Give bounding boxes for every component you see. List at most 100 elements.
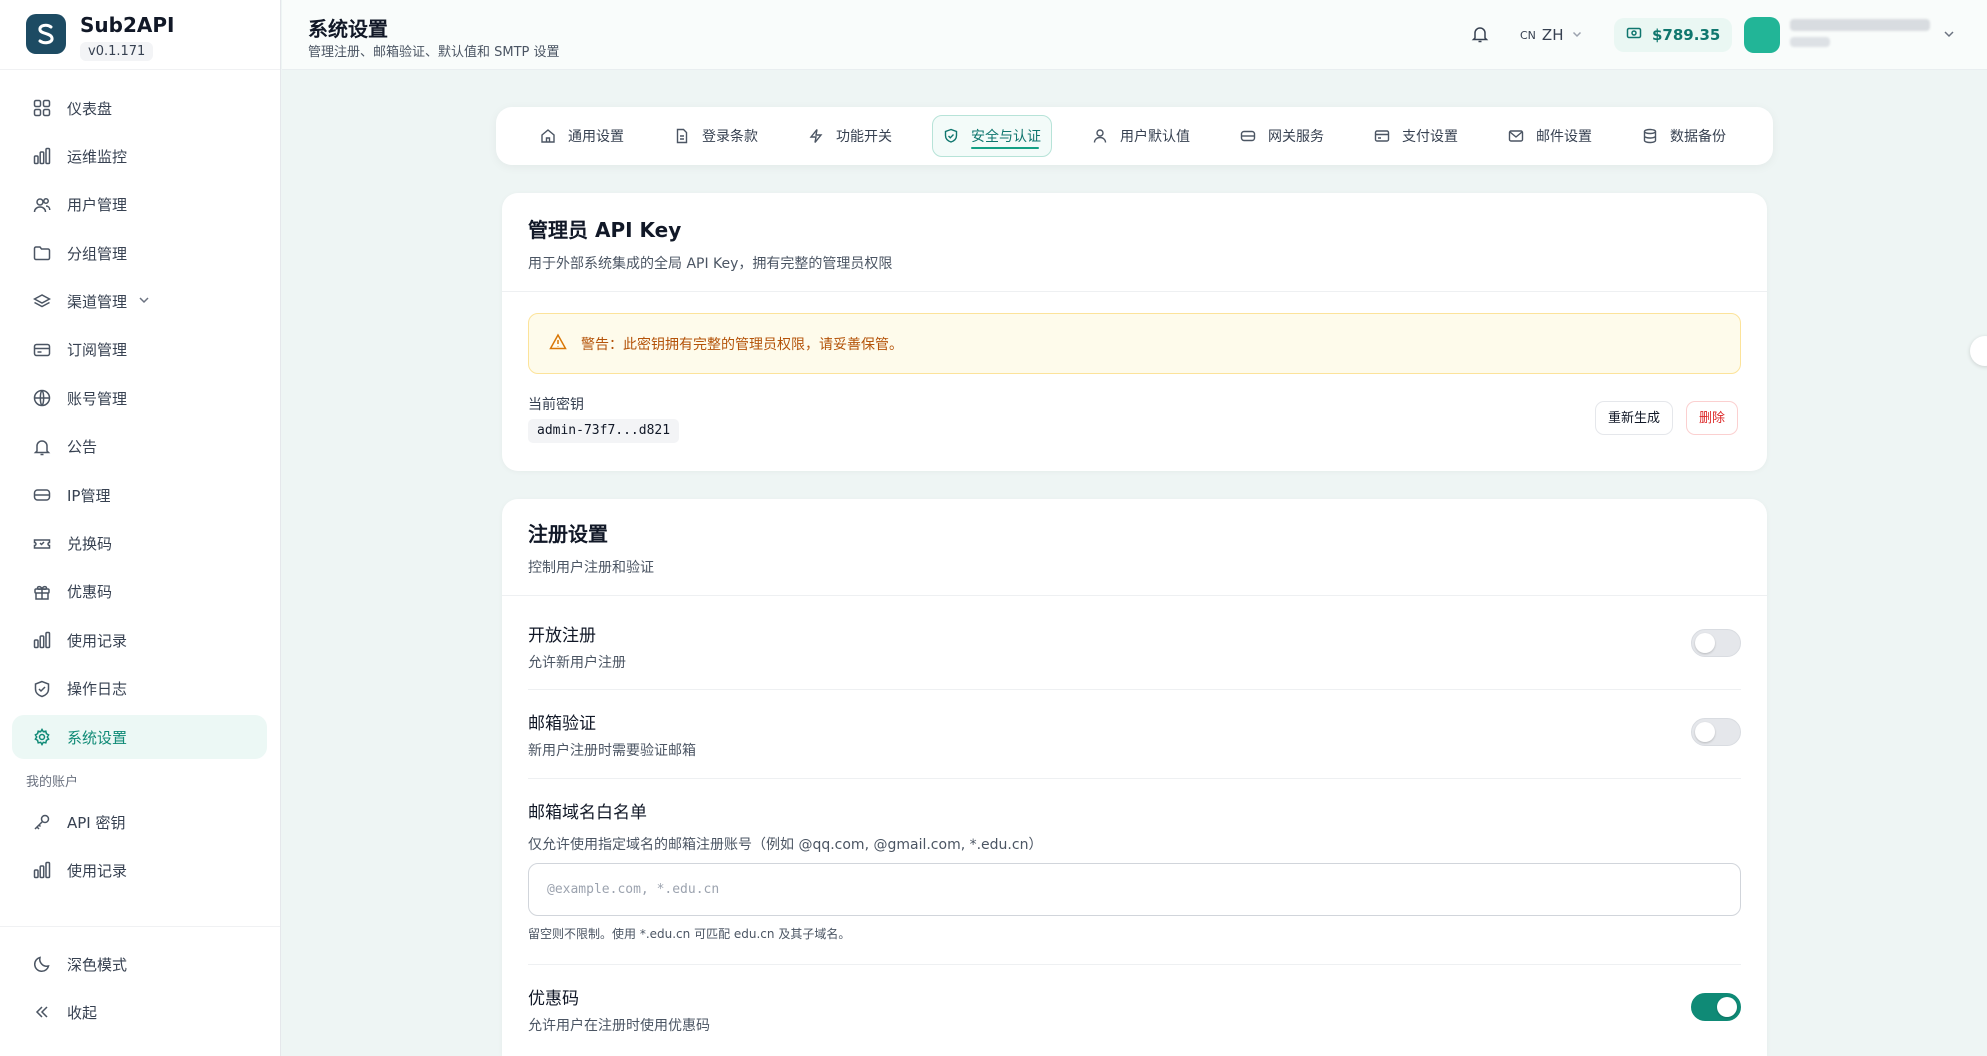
sidebar-item-label: 渠道管理 bbox=[67, 293, 128, 312]
tab-label: 邮件设置 bbox=[1536, 129, 1592, 145]
database-icon bbox=[1642, 128, 1658, 144]
tab-general[interactable]: 通用设置 bbox=[530, 115, 634, 157]
sidebar-item-audit-log[interactable]: 操作日志 bbox=[12, 667, 267, 711]
tab-label: 登录条款 bbox=[702, 129, 758, 145]
lightning-icon bbox=[808, 128, 824, 144]
balance-badge[interactable]: $789.35 bbox=[1614, 18, 1733, 52]
sidebar-item-settings[interactable]: 系统设置 bbox=[12, 715, 267, 760]
tab-login-terms[interactable]: 登录条款 bbox=[664, 115, 768, 157]
home-icon bbox=[540, 128, 556, 144]
tab-security[interactable]: 安全与认证 bbox=[932, 115, 1052, 157]
open-registration-row: 开放注册 允许新用户注册 bbox=[528, 621, 1741, 672]
tab-gateway[interactable]: 网关服务 bbox=[1230, 115, 1334, 157]
sidebar-item-subscriptions[interactable]: 订阅管理 bbox=[12, 328, 267, 372]
sidebar-item-label: 账号管理 bbox=[67, 389, 128, 408]
setting-description: 新用户注册时需要验证邮箱 bbox=[528, 743, 696, 759]
dark-mode-toggle[interactable]: 深色模式 bbox=[12, 942, 267, 986]
setting-title: 优惠码 bbox=[528, 989, 579, 1009]
chevron-down-icon[interactable] bbox=[1942, 26, 1956, 45]
bar-chart-icon bbox=[32, 146, 52, 166]
globe-icon bbox=[32, 388, 52, 408]
sidebar-item-label: 运维监控 bbox=[67, 147, 128, 166]
sidebar-item-announcements[interactable]: 公告 bbox=[12, 425, 267, 469]
promo-code-toggle[interactable] bbox=[1691, 993, 1741, 1021]
sidebar-item-label: 用户管理 bbox=[67, 196, 128, 215]
tab-email[interactable]: 邮件设置 bbox=[1498, 115, 1602, 157]
collapse-sidebar-button[interactable]: 收起 bbox=[12, 990, 267, 1034]
current-key-value: admin-73f7...d821 bbox=[528, 419, 680, 443]
sidebar-item-label: 公告 bbox=[67, 438, 98, 457]
divider bbox=[0, 69, 280, 70]
grid-icon bbox=[32, 98, 52, 118]
language-selector[interactable]: CN ZH bbox=[1520, 26, 1583, 44]
email-verification-row: 邮箱验证 新用户注册时需要验证邮箱 bbox=[528, 709, 1741, 760]
sidebar-item-label: 优惠码 bbox=[67, 583, 113, 602]
users-icon bbox=[32, 195, 52, 215]
email-whitelist-row: 邮箱域名白名单 仅允许使用指定域名的邮箱注册账号（例如 @qq.com, @gm… bbox=[528, 798, 1741, 854]
warning-triangle-icon bbox=[549, 332, 567, 355]
email-whitelist-input[interactable] bbox=[528, 863, 1741, 916]
version-badge: v0.1.171 bbox=[80, 42, 154, 61]
sidebar-item-ip[interactable]: IP管理 bbox=[12, 473, 267, 517]
floating-assistant-button[interactable] bbox=[1970, 336, 1987, 366]
mail-icon bbox=[1508, 128, 1524, 144]
sidebar-item-label: IP管理 bbox=[67, 486, 111, 505]
sidebar-item-label: 分组管理 bbox=[67, 244, 128, 263]
sidebar-item-dashboard[interactable]: 仪表盘 bbox=[12, 86, 267, 130]
open-registration-toggle[interactable] bbox=[1691, 629, 1741, 657]
settings-tabs: 通用设置 登录条款 功能开关 安全与认证 用户默认值 网关服务 支付设置 邮件设… bbox=[496, 107, 1773, 165]
sidebar: Sub2API v0.1.171 仪表盘 运维监控 用户管理 分组管理 渠道管理 bbox=[0, 0, 281, 1056]
bell-icon bbox=[32, 437, 52, 457]
balance-amount: $789.35 bbox=[1652, 26, 1721, 44]
topbar: 系统设置 管理注册、邮箱验证、默认值和 SMTP 设置 CN ZH $789.3… bbox=[282, 0, 1987, 70]
sidebar-item-label: 使用记录 bbox=[67, 631, 128, 650]
admin-api-key-card: 管理员 API Key 用于外部系统集成的全局 API Key，拥有完整的管理员… bbox=[502, 193, 1767, 471]
divider bbox=[0, 926, 280, 927]
card-description: 控制用户注册和验证 bbox=[528, 560, 654, 576]
tab-payment[interactable]: 支付设置 bbox=[1364, 115, 1468, 157]
dark-mode-label: 深色模式 bbox=[67, 955, 128, 974]
avatar[interactable] bbox=[1744, 17, 1780, 53]
key-icon bbox=[32, 812, 52, 832]
tab-label: 用户默认值 bbox=[1120, 129, 1190, 145]
notification-bell-icon[interactable] bbox=[1470, 24, 1492, 46]
setting-description: 允许新用户注册 bbox=[528, 655, 626, 671]
language-flag: CN bbox=[1520, 28, 1536, 42]
section-title: 我的账户 bbox=[26, 775, 79, 791]
sidebar-item-channels[interactable]: 渠道管理 bbox=[12, 280, 267, 324]
card-description: 用于外部系统集成的全局 API Key，拥有完整的管理员权限 bbox=[528, 256, 893, 272]
sidebar-item-groups[interactable]: 分组管理 bbox=[12, 231, 267, 275]
brand: Sub2API v0.1.171 bbox=[26, 13, 175, 61]
page-subtitle: 管理注册、邮箱验证、默认值和 SMTP 设置 bbox=[308, 45, 560, 60]
registration-settings-card: 注册设置 控制用户注册和验证 开放注册 允许新用户注册 邮箱验证 新用户注册时需… bbox=[502, 499, 1767, 1056]
tab-user-defaults[interactable]: 用户默认值 bbox=[1082, 115, 1200, 157]
gift-icon bbox=[32, 582, 52, 602]
card-title: 注册设置 bbox=[528, 522, 608, 546]
app-name: Sub2API bbox=[80, 13, 175, 37]
tab-feature-flags[interactable]: 功能开关 bbox=[798, 115, 902, 157]
tab-label: 安全与认证 bbox=[971, 129, 1041, 145]
sidebar-item-my-usage[interactable]: 使用记录 bbox=[12, 848, 267, 892]
sidebar-item-accounts[interactable]: 账号管理 bbox=[12, 376, 267, 420]
collapse-label: 收起 bbox=[67, 1003, 98, 1022]
wallet-icon bbox=[1626, 25, 1642, 45]
sidebar-item-coupons[interactable]: 优惠码 bbox=[12, 570, 267, 614]
sidebar-item-monitoring[interactable]: 运维监控 bbox=[12, 134, 267, 178]
delete-button[interactable]: 删除 bbox=[1686, 401, 1739, 435]
tab-label: 数据备份 bbox=[1670, 129, 1726, 145]
bar-chart-icon bbox=[32, 630, 52, 650]
email-verification-toggle[interactable] bbox=[1691, 718, 1741, 746]
sidebar-item-usage[interactable]: 使用记录 bbox=[12, 618, 267, 662]
user-role-redacted bbox=[1790, 37, 1830, 47]
divider bbox=[528, 689, 1741, 690]
double-chevron-left-icon bbox=[32, 1002, 52, 1022]
sidebar-item-users[interactable]: 用户管理 bbox=[12, 183, 267, 227]
shield-check-icon bbox=[943, 128, 959, 144]
moon-icon bbox=[32, 954, 52, 974]
sidebar-item-api-keys[interactable]: API 密钥 bbox=[12, 800, 267, 844]
sidebar-item-redeem[interactable]: 兑换码 bbox=[12, 522, 267, 566]
warning-banner: 警告：此密钥拥有完整的管理员权限，请妥善保管。 bbox=[528, 313, 1741, 374]
sidebar-item-label: 兑换码 bbox=[67, 535, 113, 554]
tab-backup[interactable]: 数据备份 bbox=[1632, 115, 1736, 157]
regenerate-button[interactable]: 重新生成 bbox=[1595, 401, 1674, 435]
